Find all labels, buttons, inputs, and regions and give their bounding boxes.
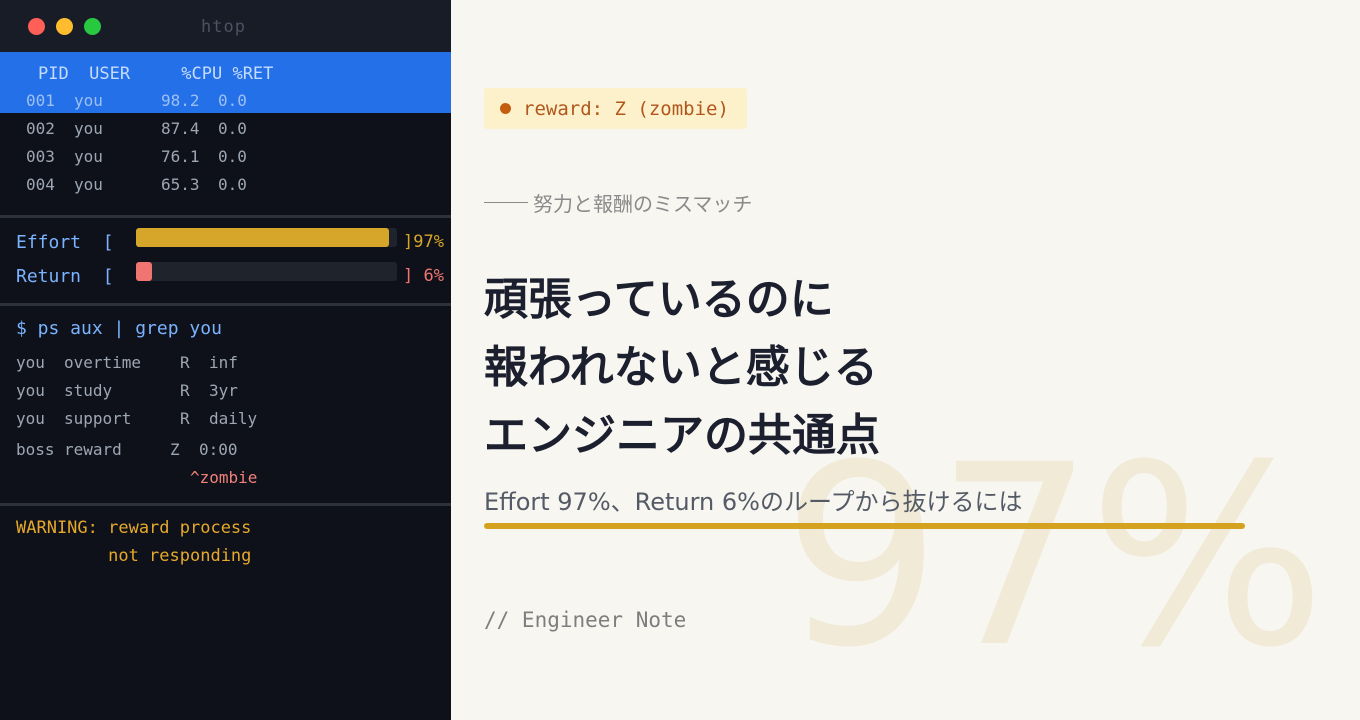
subtitle: Effort 97%、Return 6%のループから抜けるには <box>484 488 1023 516</box>
eyebrow-text: 努力と報酬のミスマッチ <box>533 192 753 216</box>
status-badge: reward: Z (zombie) <box>484 88 747 129</box>
return-meter-label: Return [ <box>16 266 114 287</box>
footer-note: // Engineer Note <box>484 608 687 632</box>
effort-meter-fill <box>136 228 389 247</box>
section-divider <box>0 303 451 306</box>
effort-meter-label: Effort [ <box>16 232 114 253</box>
ps-output-row: you study R 3yr <box>16 381 238 400</box>
status-badge-label: reward: Z (zombie) <box>523 97 729 120</box>
warning-line: not responding <box>16 546 252 566</box>
terminal-window: htop PID USER %CPU %RET 001 you 98.2 0.0… <box>0 0 451 720</box>
zombie-marker: ^zombie <box>190 468 258 487</box>
eyebrow-rule <box>484 202 528 203</box>
page-title-line: エンジニアの共通点 <box>484 410 880 461</box>
eyebrow: 努力と報酬のミスマッチ <box>484 188 752 217</box>
effort-meter-percent: ]97% <box>403 232 444 252</box>
effort-meter <box>136 228 397 247</box>
section-divider <box>0 503 451 506</box>
warning-line: WARNING: reward process <box>16 518 252 538</box>
status-dot-icon <box>500 103 511 114</box>
ps-output-row-zombie: boss reward Z 0:00 <box>16 440 238 459</box>
shell-command[interactable]: $ ps aux | grep you <box>16 318 222 339</box>
page-title-line: 頑張っているのに <box>484 274 834 325</box>
article-panel: 97% reward: Z (zombie) 努力と報酬のミスマッチ 頑張ってい… <box>451 0 1360 720</box>
window-title: htop <box>201 17 246 37</box>
page-title: 頑張っているのに 報われないと感じる エンジニアの共通点 <box>484 266 880 470</box>
title-bar: htop <box>0 0 451 52</box>
page-title-line: 報われないと感じる <box>484 342 878 393</box>
process-column-headers: PID USER %CPU %RET <box>38 64 274 84</box>
section-divider <box>0 215 451 218</box>
return-meter-fill <box>136 262 152 281</box>
ps-output-row: you overtime R inf <box>16 353 238 372</box>
return-meter-percent: ] 6% <box>403 266 444 286</box>
return-meter <box>136 262 397 281</box>
subtitle-underline <box>484 523 1245 529</box>
ps-output-row: you support R daily <box>16 409 258 428</box>
